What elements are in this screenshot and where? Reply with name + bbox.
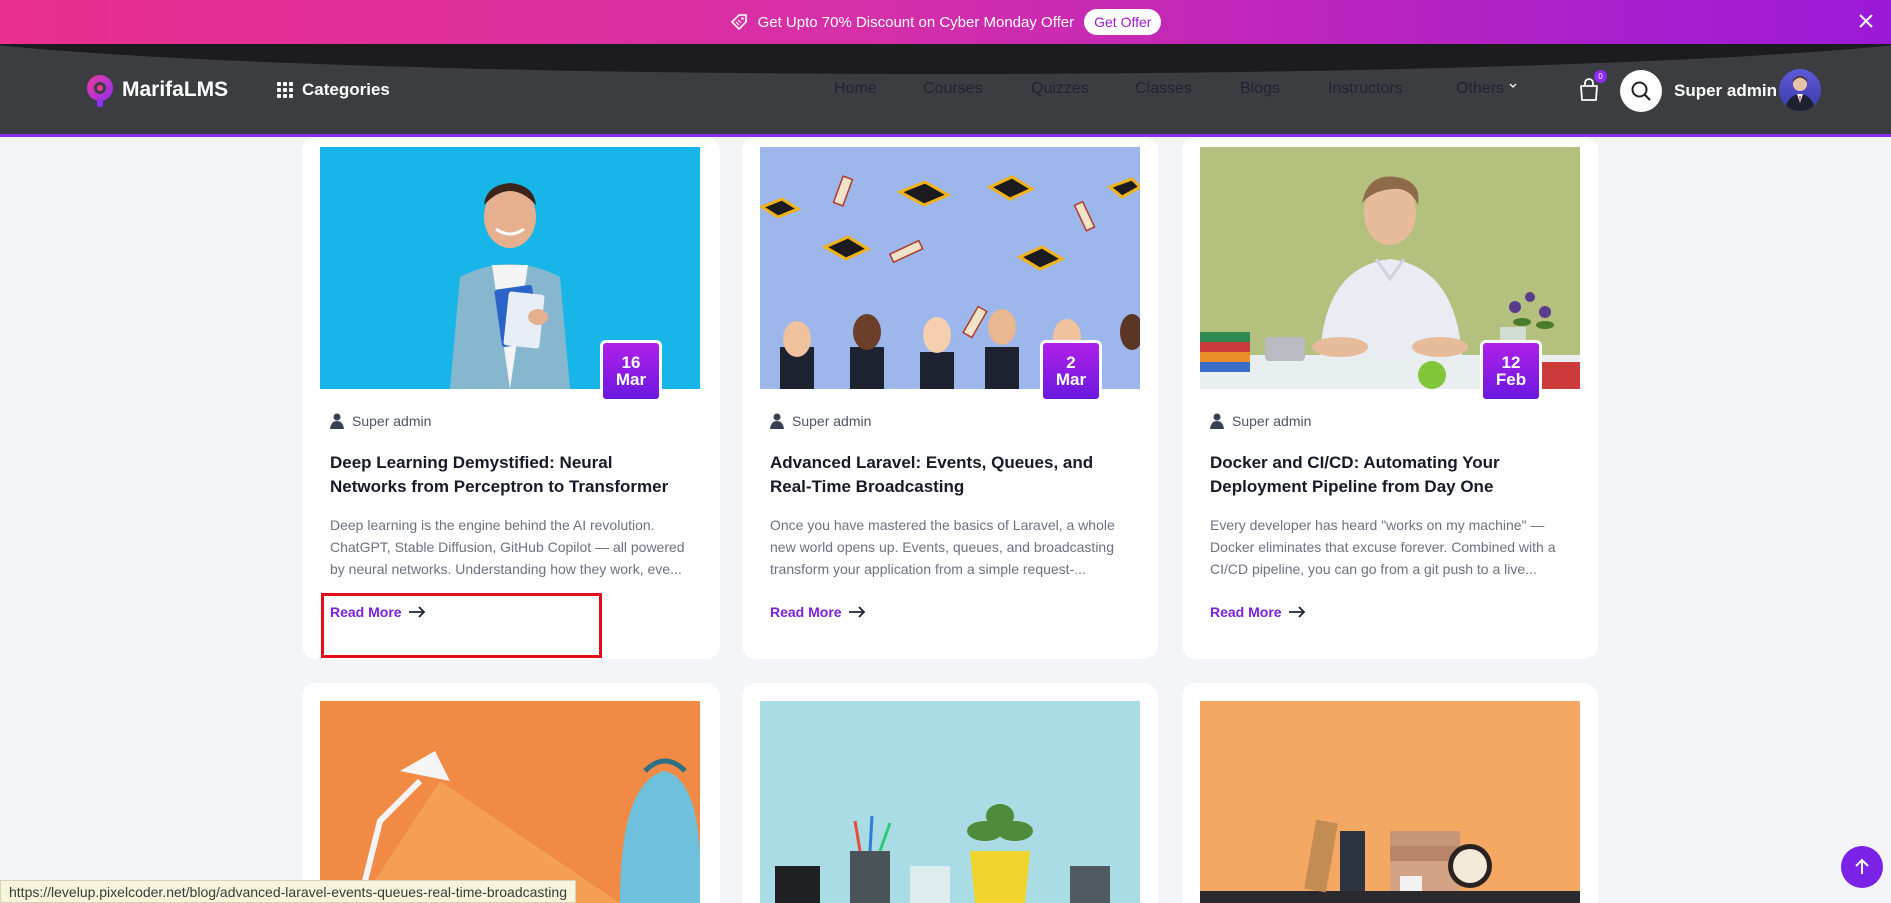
categories-menu[interactable]: Categories — [277, 80, 390, 100]
post-title[interactable]: Deep Learning Demystified: Neural Networ… — [330, 451, 680, 499]
blog-card: 2 Mar Super admin Advanced Laravel: Even… — [742, 137, 1158, 659]
site-header: MarifaLMS Categories Home Courses Quizze… — [0, 44, 1891, 137]
nav-instructors[interactable]: Instructors — [1328, 80, 1403, 98]
search-icon — [1631, 81, 1651, 101]
post-author: Super admin — [770, 413, 871, 429]
cart-button[interactable]: 0 — [1578, 70, 1607, 106]
author-name: Super admin — [792, 413, 872, 429]
categories-label: Categories — [302, 80, 390, 99]
blog-card: 12 Feb Super admin Docker and CI/CD: Aut… — [1182, 137, 1598, 659]
post-title[interactable]: Docker and CI/CD: Automating Your Deploy… — [1210, 451, 1560, 499]
chevron-down-icon — [1509, 83, 1517, 88]
post-excerpt: Once you have mastered the basics of Lar… — [770, 517, 1115, 577]
grid-icon — [277, 82, 293, 98]
logo-text: MarifaLMS — [122, 78, 229, 101]
user-icon — [330, 413, 344, 429]
user-icon — [1210, 413, 1224, 429]
price-tag-icon — [730, 13, 748, 31]
nav-classes[interactable]: Classes — [1135, 80, 1192, 98]
post-excerpt: Deep learning is the engine behind the A… — [330, 517, 685, 577]
post-date-badge: 2 Mar — [1040, 340, 1102, 402]
date-month: Feb — [1495, 370, 1527, 389]
cart-count-badge: 0 — [1594, 70, 1607, 83]
post-author: Super admin — [330, 413, 431, 429]
header-arc — [0, 44, 1891, 74]
highlight-box — [321, 593, 602, 658]
nav-quizzes[interactable]: Quizzes — [1031, 80, 1089, 98]
read-more-label: Read More — [770, 604, 842, 620]
blog-card: 16 Mar Super admin Deep Learning Demysti… — [302, 137, 720, 659]
date-month: Mar — [1055, 370, 1087, 389]
nav-home[interactable]: Home — [834, 80, 877, 98]
site-logo[interactable]: MarifaLMS — [80, 70, 228, 110]
back-to-top-button[interactable] — [1841, 846, 1883, 888]
user-name[interactable]: Super admin — [1674, 81, 1777, 101]
post-date-badge: 12 Feb — [1480, 340, 1542, 402]
post-excerpt: Every developer has heard "works on my m… — [1210, 517, 1556, 577]
blog-image-lamp[interactable] — [320, 701, 700, 903]
read-more-link[interactable]: Read More — [770, 604, 866, 620]
blog-card — [1182, 683, 1598, 903]
post-author: Super admin — [1210, 413, 1311, 429]
blog-image-desk[interactable] — [760, 701, 1140, 903]
date-day: 2 — [1066, 353, 1076, 372]
status-bar-url: https://levelup.pixelcoder.net/blog/adva… — [0, 880, 576, 903]
promo-text: Get Upto 70% Discount on Cyber Monday Of… — [757, 13, 1075, 31]
arrow-right-icon — [1288, 606, 1305, 618]
date-day: 16 — [621, 353, 641, 372]
nav-blogs[interactable]: Blogs — [1240, 80, 1280, 98]
blog-card — [302, 683, 720, 903]
author-name: Super admin — [1232, 413, 1312, 429]
nav-courses[interactable]: Courses — [923, 80, 983, 98]
avatar[interactable] — [1779, 69, 1821, 111]
post-title[interactable]: Advanced Laravel: Events, Queues, and Re… — [770, 451, 1120, 499]
get-offer-button[interactable]: Get Offer — [1084, 9, 1162, 35]
search-button[interactable] — [1620, 70, 1662, 112]
read-more-label: Read More — [1210, 604, 1282, 620]
blog-card — [742, 683, 1158, 903]
blog-image-books[interactable] — [1200, 701, 1580, 903]
close-icon[interactable] — [1855, 10, 1877, 32]
read-more-link[interactable]: Read More — [1210, 604, 1306, 620]
arrow-up-icon — [1855, 858, 1869, 874]
user-icon — [770, 413, 784, 429]
post-date-badge: 16 Mar — [600, 340, 662, 402]
date-month: Mar — [615, 370, 647, 389]
date-day: 12 — [1501, 353, 1521, 372]
author-name: Super admin — [352, 413, 432, 429]
arrow-right-icon — [848, 606, 865, 618]
nav-others[interactable]: Others — [1456, 80, 1518, 98]
logo-mark-icon — [80, 70, 120, 110]
promo-bar: Get Upto 70% Discount on Cyber Monday Of… — [0, 0, 1891, 44]
nav-others-label: Others — [1456, 80, 1505, 97]
